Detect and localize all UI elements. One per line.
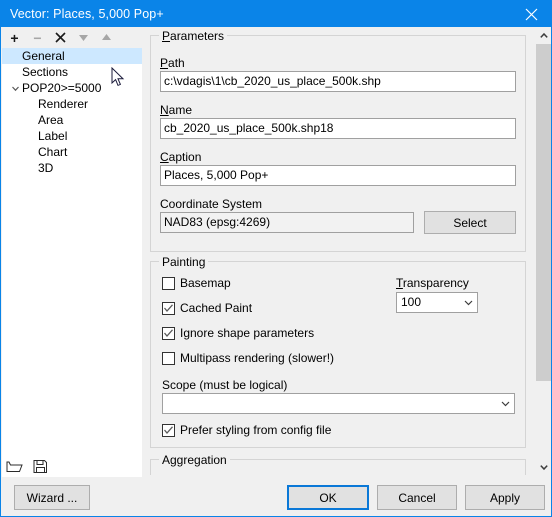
tree-item-pop20[interactable]: POP20>=5000: [2, 80, 142, 96]
checkbox-label: Ignore shape parameters: [180, 326, 315, 340]
tree-item-label: General: [22, 49, 65, 63]
settings-content: Parameters Path c:\vdagis\1\cb_2020_us_p…: [142, 27, 536, 475]
tree-item-label[interactable]: Label: [2, 128, 142, 144]
path-input[interactable]: c:\vdagis\1\cb_2020_us_place_500k.shp: [160, 71, 516, 92]
painting-group-legend: Painting: [159, 255, 209, 269]
checkbox-label: Multipass rendering (slower!): [180, 351, 335, 365]
wizard-button[interactable]: Wizard ...: [14, 485, 90, 510]
checkbox-box: [162, 351, 175, 365]
select-crs-button[interactable]: Select: [424, 211, 516, 234]
transparency-value: 100: [401, 295, 422, 309]
apply-button[interactable]: Apply: [465, 485, 545, 510]
tree-item-chart[interactable]: Chart: [2, 144, 142, 160]
checkbox-label: Cached Paint: [180, 301, 253, 315]
content-scrollbar[interactable]: [536, 27, 551, 475]
close-icon[interactable]: [509, 1, 551, 27]
tree-item-area[interactable]: Area: [2, 112, 142, 128]
tree-item-sections[interactable]: Sections: [2, 64, 142, 80]
cached-paint-checkbox[interactable]: Cached Paint: [162, 301, 252, 315]
checkbox-box: [162, 423, 175, 437]
folder-open-icon[interactable]: [6, 459, 23, 474]
window-title: Vector: Places, 5,000 Pop+: [10, 7, 164, 21]
scope-label: Scope (must be logical): [162, 378, 288, 392]
path-label: Path: [160, 56, 185, 70]
name-input[interactable]: cb_2020_us_place_500k.shp18: [160, 118, 516, 139]
chevron-down-icon[interactable]: [8, 84, 22, 93]
transparency-label: Transparency: [396, 276, 469, 290]
scrollbar-thumb[interactable]: [536, 44, 551, 381]
ok-button[interactable]: OK: [287, 485, 369, 510]
name-label: Name: [160, 103, 193, 117]
checkbox-box: [162, 276, 175, 290]
basemap-checkbox[interactable]: Basemap: [162, 276, 231, 290]
sections-panel: + − General Sections POP20>=5000 Rendere…: [2, 27, 147, 480]
tree-item-label: Sections: [22, 65, 69, 79]
tree-file-actions: [6, 459, 48, 474]
ignore-shape-parameters-checkbox[interactable]: Ignore shape parameters: [162, 326, 314, 340]
save-disk-icon[interactable]: [33, 459, 48, 474]
checkbox-box: [162, 326, 175, 340]
checkbox-label: Prefer styling from config file: [180, 423, 332, 437]
scroll-up-button[interactable]: [536, 27, 551, 44]
move-up-button[interactable]: [99, 30, 114, 45]
vector-properties-dialog: Vector: Places, 5,000 Pop+ + − General S…: [0, 0, 552, 517]
tree-toolbar: + −: [2, 27, 147, 48]
caption-label: Caption: [160, 150, 202, 164]
parameters-group-legend: Parameters: [159, 29, 228, 43]
aggregation-group: Aggregation: [150, 453, 526, 475]
remove-button[interactable]: −: [30, 30, 45, 45]
tree-item-label: Label: [38, 129, 68, 143]
tree-item-label: Area: [38, 113, 64, 127]
checkbox-label: Basemap: [180, 276, 231, 290]
aggregation-group-legend: Aggregation: [159, 453, 230, 467]
prefer-styling-checkbox[interactable]: Prefer styling from config file: [162, 423, 331, 437]
delete-button[interactable]: [53, 30, 68, 45]
caption-input[interactable]: Places, 5,000 Pop+: [160, 165, 516, 186]
transparency-combo[interactable]: 100: [396, 292, 478, 313]
tree-item-label: 3D: [38, 161, 54, 175]
scroll-down-button[interactable]: [536, 458, 551, 475]
checkbox-box: [162, 301, 175, 315]
coordinate-system-value: NAD83 (epsg:4269): [160, 212, 414, 233]
dialog-footer: Wizard ... OK Cancel Apply: [2, 477, 551, 516]
cancel-button[interactable]: Cancel: [377, 485, 457, 510]
tree-item-label: Renderer: [38, 97, 89, 111]
tree-item-3d[interactable]: 3D: [2, 160, 142, 176]
chevron-down-icon[interactable]: [460, 297, 477, 308]
tree-item-label: Chart: [38, 145, 68, 159]
coordinate-system-label: Coordinate System: [160, 197, 263, 211]
tree-item-renderer[interactable]: Renderer: [2, 96, 142, 112]
multipass-rendering-checkbox[interactable]: Multipass rendering (slower!): [162, 351, 334, 365]
add-button[interactable]: +: [7, 30, 22, 45]
tree-item-label: POP20>=5000: [22, 81, 102, 95]
move-down-button[interactable]: [76, 30, 91, 45]
title-bar: Vector: Places, 5,000 Pop+: [1, 1, 551, 27]
scope-combo[interactable]: [162, 393, 515, 414]
chevron-down-icon[interactable]: [497, 398, 514, 409]
sections-tree[interactable]: General Sections POP20>=5000 Renderer Ar…: [2, 48, 142, 480]
tree-item-general[interactable]: General: [2, 48, 142, 64]
